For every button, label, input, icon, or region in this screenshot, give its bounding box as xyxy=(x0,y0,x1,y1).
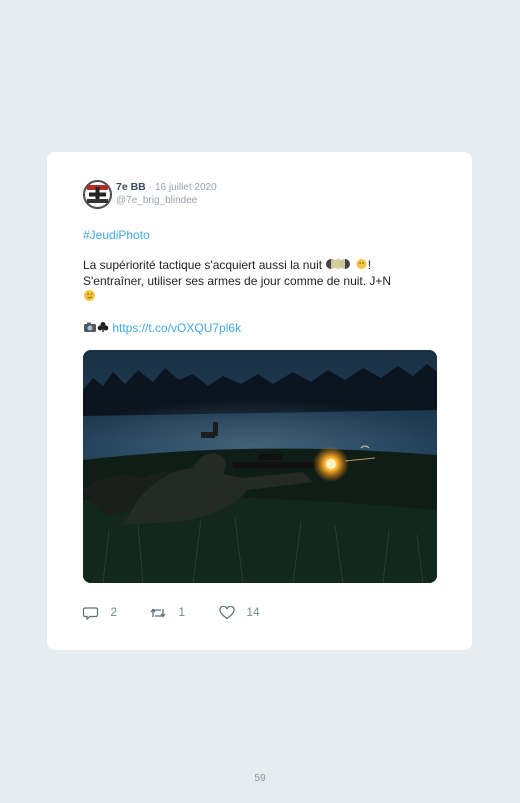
like-button[interactable]: 14 xyxy=(219,605,260,620)
tweet-body: La supériorité tactique s'acquiert aussi… xyxy=(83,258,443,306)
page-number: 59 xyxy=(254,773,266,784)
tweet-card: 7e BB · 16 juillet 2020 @7e_brig_blindee… xyxy=(47,152,472,650)
retweet-count: 1 xyxy=(178,605,186,619)
tweet-url-link[interactable]: https://t.co/vOXQU7pl6k xyxy=(112,321,241,335)
tweet-link-line: https://t.co/vOXQU7pl6k xyxy=(83,321,443,337)
smirk-face-icon xyxy=(83,289,96,306)
tweet-date[interactable]: 16 juillet 2020 xyxy=(155,182,217,193)
like-count: 14 xyxy=(246,605,260,619)
reply-button[interactable]: 2 xyxy=(82,605,118,621)
hashtag-link[interactable]: #JeudiPhoto xyxy=(83,228,443,243)
moon-phases-icon xyxy=(325,258,351,274)
retweet-icon xyxy=(150,608,166,618)
reply-icon xyxy=(82,607,99,621)
tweet-meta: 7e BB · 16 juillet 2020 @7e_brig_blindee xyxy=(116,181,217,206)
author-name[interactable]: 7e BB xyxy=(116,181,146,193)
tweet-text: #JeudiPhoto La supériorité tactique s'ac… xyxy=(83,228,443,337)
tweet-photo[interactable] xyxy=(83,350,437,583)
reply-count: 2 xyxy=(110,605,118,619)
club-icon xyxy=(97,321,109,337)
separator: · xyxy=(148,182,153,193)
camera-flash-icon xyxy=(83,321,97,337)
avatar[interactable] xyxy=(83,180,112,209)
retweet-button[interactable]: 1 xyxy=(149,605,185,620)
author-handle[interactable]: @7e_brig_blindee xyxy=(116,195,217,206)
heart-icon xyxy=(219,605,235,620)
tweet-line-1-suffix: ! xyxy=(367,258,372,273)
tweet-line-2: S'entraîner, utiliser ses armes de jour … xyxy=(83,274,392,288)
tweet-line-1: La supériorité tactique s'acquiert aussi… xyxy=(83,258,323,273)
sun-face-icon xyxy=(355,258,368,274)
